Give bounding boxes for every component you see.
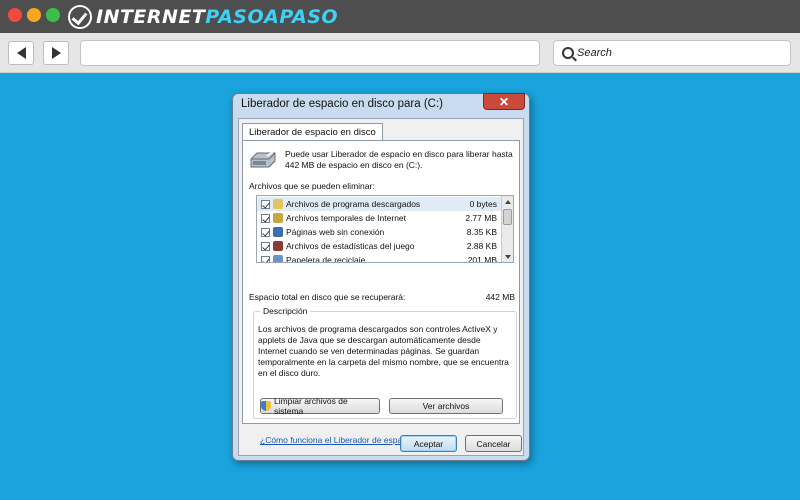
checkbox[interactable] xyxy=(261,199,270,209)
folder-icon xyxy=(273,199,283,209)
description-text: Los archivos de programa descargados son… xyxy=(258,324,509,378)
scroll-down-button[interactable] xyxy=(502,251,513,262)
description-legend: Descripción xyxy=(260,306,311,316)
file-name: Páginas web sin conexión xyxy=(286,227,385,237)
clean-system-files-button[interactable]: Limpiar archivos de sistema xyxy=(260,396,380,416)
tab-panel: Puede usar Liberador de espacio en disco… xyxy=(242,140,520,424)
checkmark-logo-icon xyxy=(68,5,92,29)
search-icon xyxy=(562,47,574,59)
close-window-button[interactable] xyxy=(8,8,22,22)
description-group: Descripción Los archivos de programa des… xyxy=(253,306,517,419)
files-label: Archivos que se pueden eliminar: xyxy=(249,181,375,191)
disk-cleanup-dialog: Liberador de espacio en disco para (C:) … xyxy=(232,93,530,461)
list-item[interactable]: Archivos de estadísticas del juego 2.88 … xyxy=(257,239,501,253)
webpage-icon xyxy=(273,227,283,237)
view-files-button[interactable]: Ver archivos xyxy=(389,398,503,414)
forward-button[interactable] xyxy=(43,41,69,65)
arrow-right-icon xyxy=(51,47,61,59)
arrow-down-icon xyxy=(504,254,511,259)
scrollbar-thumb[interactable] xyxy=(503,209,512,225)
hard-drive-icon xyxy=(250,151,276,168)
search-input[interactable]: Search xyxy=(553,40,791,66)
logo-text-prefix: INTERNET xyxy=(96,6,206,28)
arrow-up-icon xyxy=(504,199,511,204)
file-name: Archivos de programa descargados xyxy=(286,199,421,209)
ok-button[interactable]: Aceptar xyxy=(400,435,457,452)
game-icon xyxy=(273,241,283,251)
file-size: 201 MB xyxy=(467,255,497,263)
logo-text-accent: PASOAPASO xyxy=(205,6,339,28)
scroll-up-button[interactable] xyxy=(502,196,513,207)
list-item[interactable]: Archivos de programa descargados 0 bytes xyxy=(257,197,501,211)
total-space-label: Espacio total en disco que se recuperará… xyxy=(249,292,406,302)
total-space-value: 442 MB xyxy=(485,292,515,302)
checkbox[interactable] xyxy=(261,213,270,223)
file-name: Archivos temporales de Internet xyxy=(286,213,407,223)
dialog-title: Liberador de espacio en disco para (C:) xyxy=(241,98,444,110)
search-placeholder: Search xyxy=(577,47,612,59)
arrow-left-icon xyxy=(16,47,26,59)
dialog-close-button[interactable]: ✕ xyxy=(483,93,525,110)
list-item[interactable]: Archivos temporales de Internet 2.77 MB xyxy=(257,211,501,225)
file-size: 2.77 MB xyxy=(465,213,497,223)
site-logo: INTERNETPASOAPASO xyxy=(68,4,338,30)
lock-icon xyxy=(273,213,283,223)
file-name: Archivos de estadísticas del juego xyxy=(286,241,415,251)
list-scrollbar[interactable] xyxy=(501,196,513,262)
list-item[interactable]: Páginas web sin conexión 8.35 KB xyxy=(257,225,501,239)
clean-system-files-label: Limpiar archivos de sistema xyxy=(273,396,348,416)
file-size: 2.88 KB xyxy=(466,241,497,251)
recycle-bin-icon xyxy=(273,255,283,262)
back-button[interactable] xyxy=(8,41,34,65)
browser-toolbar: Search xyxy=(0,33,800,73)
file-size: 0 bytes xyxy=(469,199,497,209)
checkbox[interactable] xyxy=(261,255,270,262)
file-name: Papelera de reciclaje xyxy=(286,255,366,263)
checkbox[interactable] xyxy=(261,241,270,251)
tab-disk-cleanup[interactable]: Liberador de espacio en disco xyxy=(242,123,383,141)
cancel-button[interactable]: Cancelar xyxy=(465,435,522,452)
file-size: 8.35 KB xyxy=(466,227,497,237)
uac-shield-icon xyxy=(261,401,271,411)
dialog-body: Liberador de espacio en disco Puede usar… xyxy=(238,118,524,456)
browser-titlebar: INTERNETPASOAPASO xyxy=(0,0,800,33)
intro-text: Puede usar Liberador de espacio en disco… xyxy=(285,149,513,170)
minimize-window-button[interactable] xyxy=(27,8,41,22)
files-list[interactable]: Archivos de programa descargados 0 bytes… xyxy=(256,195,514,263)
checkbox[interactable] xyxy=(261,227,270,237)
address-bar[interactable] xyxy=(80,40,540,66)
maximize-window-button[interactable] xyxy=(46,8,60,22)
list-item[interactable]: Papelera de reciclaje 201 MB xyxy=(257,253,501,263)
